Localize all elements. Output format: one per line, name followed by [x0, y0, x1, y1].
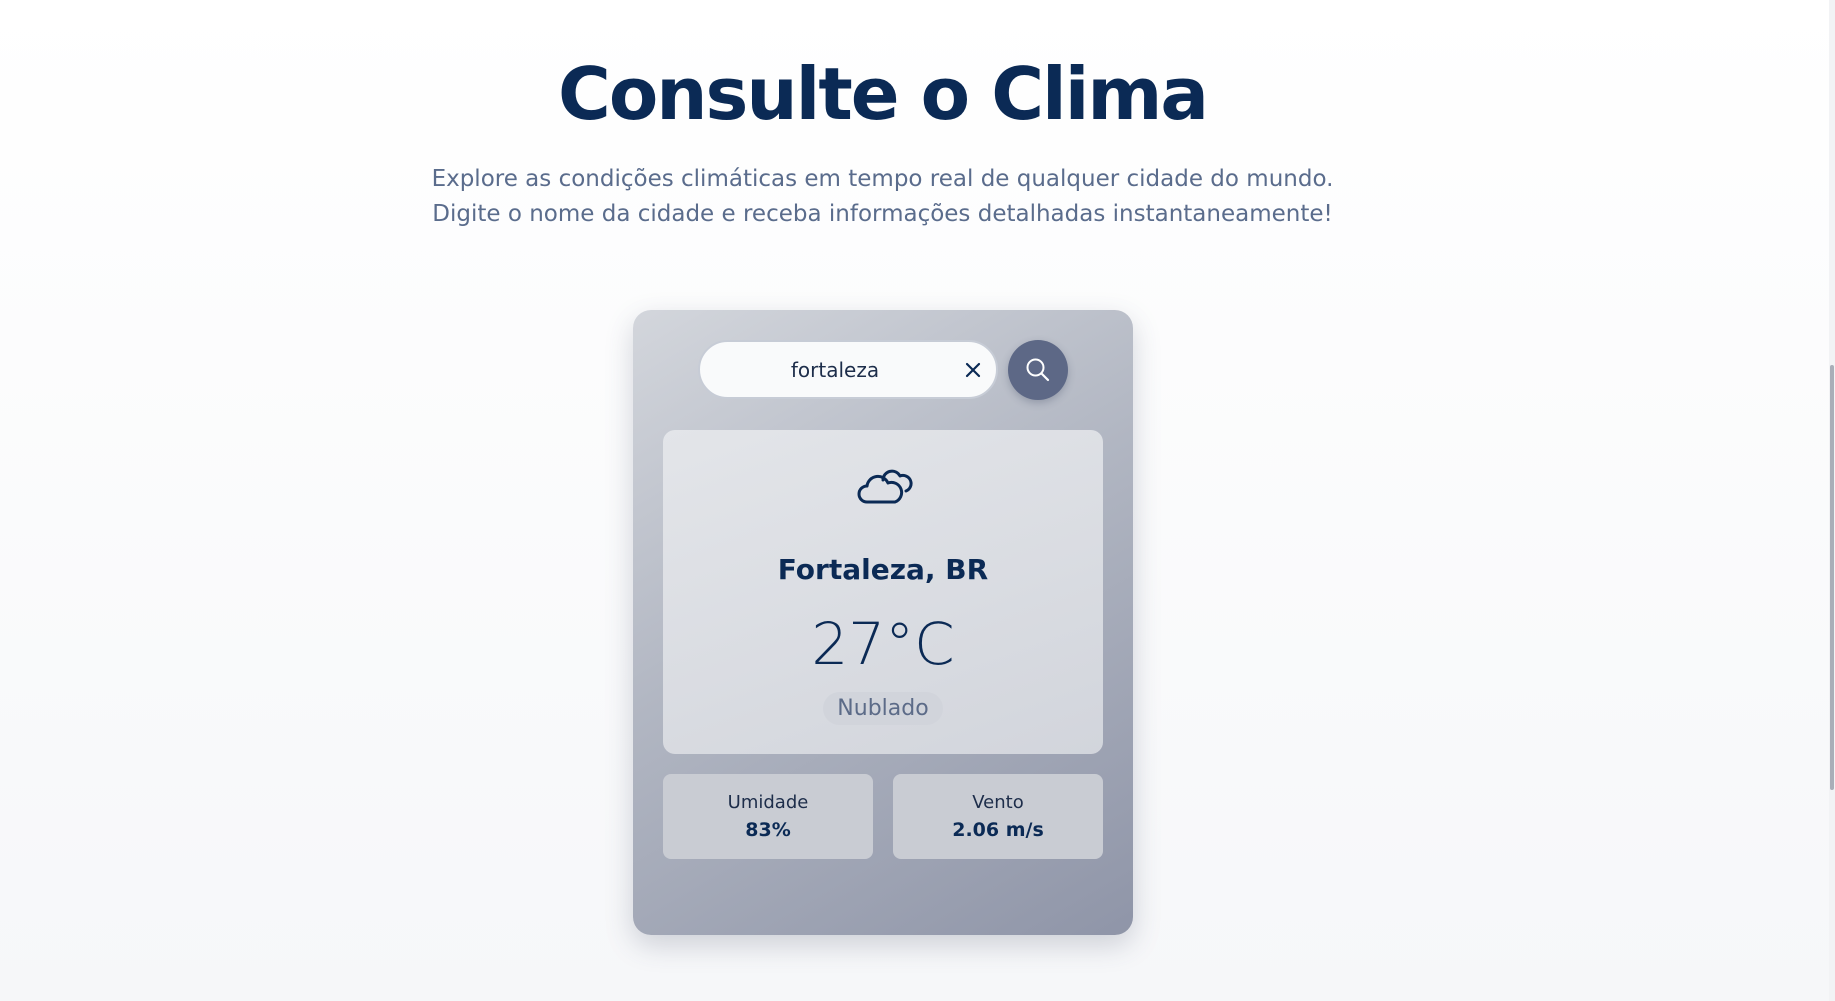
city-search-input[interactable]	[730, 342, 940, 397]
weather-panel: Fortaleza, BR 27°C Nublado	[663, 430, 1103, 754]
weather-card: Fortaleza, BR 27°C Nublado Umidade 83% V…	[633, 310, 1133, 935]
clear-search-button[interactable]	[958, 355, 988, 385]
humidity-label: Umidade	[727, 792, 809, 813]
wind-label: Vento	[972, 792, 1024, 813]
cloud-icon	[857, 469, 913, 504]
page-subtitle: Explore as condições climáticas em tempo…	[431, 166, 1334, 227]
temperature: 27°C	[811, 610, 955, 678]
humidity-value: 83%	[745, 819, 791, 841]
wind-value: 2.06 m/s	[952, 819, 1044, 841]
search-icon	[1026, 358, 1050, 382]
search-box	[698, 340, 998, 399]
close-icon	[965, 362, 981, 378]
wind-stat: Vento 2.06 m/s	[893, 774, 1103, 859]
condition-wrapper: Nublado	[663, 692, 1103, 725]
scrollbar-track[interactable]	[1829, 0, 1835, 1001]
weather-condition: Nublado	[823, 692, 943, 725]
humidity-stat: Umidade 83%	[663, 774, 873, 859]
search-button[interactable]	[1008, 340, 1068, 400]
city-name: Fortaleza, BR	[777, 553, 989, 586]
scrollbar-thumb[interactable]	[1830, 365, 1834, 790]
page-title: Consulte o Clima	[557, 52, 1209, 136]
